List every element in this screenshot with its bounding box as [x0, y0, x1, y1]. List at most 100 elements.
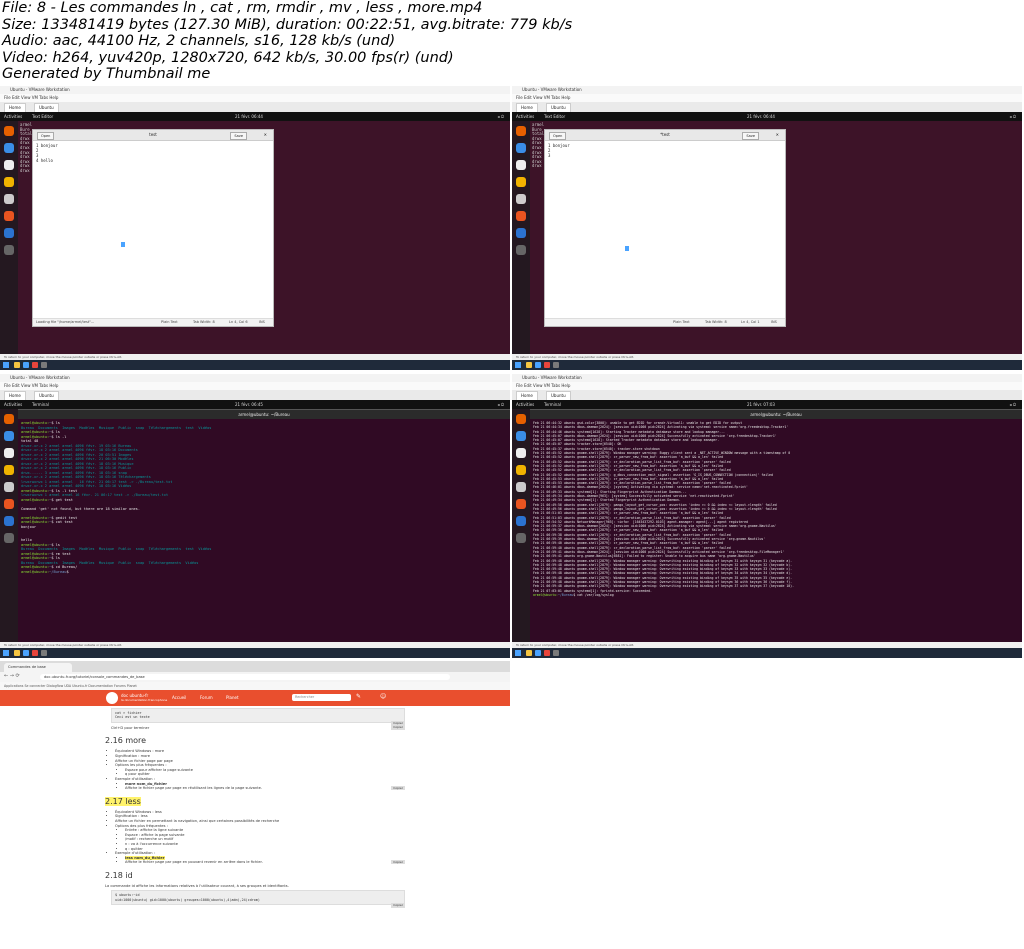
- software-icon[interactable]: [516, 499, 526, 509]
- copy-button[interactable]: Copier: [391, 785, 405, 791]
- firefox-icon[interactable]: [516, 126, 526, 136]
- help-icon[interactable]: [516, 516, 526, 526]
- firefox-icon[interactable]: [516, 414, 526, 424]
- firefox-icon[interactable]: [4, 414, 14, 424]
- files-icon[interactable]: [516, 448, 526, 458]
- edge-icon[interactable]: [23, 362, 29, 368]
- writer-icon[interactable]: [516, 482, 526, 492]
- files-icon[interactable]: [516, 160, 526, 170]
- editor-body[interactable]: 1 bonjour 2 3: [545, 141, 785, 319]
- tab-width-select[interactable]: Tab Width: 8: [705, 319, 727, 326]
- ubuntu-logo-icon[interactable]: [106, 692, 118, 704]
- terminal-window[interactable]: armel@ubuntu: ~/Bureau Feb 21 06:44:32 u…: [530, 409, 1022, 642]
- firefox-icon[interactable]: [4, 126, 14, 136]
- explorer-icon[interactable]: [14, 650, 20, 656]
- activities-button[interactable]: Activities: [516, 112, 534, 121]
- vmware-icon[interactable]: [41, 362, 47, 368]
- system-menu-icon[interactable]: ◂ ⏻: [1010, 112, 1016, 121]
- clock[interactable]: 21 févr. 07:03: [747, 400, 775, 409]
- files-icon[interactable]: [4, 448, 14, 458]
- app-menu[interactable]: Terminal: [32, 400, 49, 409]
- close-icon[interactable]: ✕: [776, 130, 779, 140]
- tab-width-select[interactable]: Tab Width: 8: [193, 319, 215, 326]
- vmware-icon[interactable]: [553, 650, 559, 656]
- edge-icon[interactable]: [535, 650, 541, 656]
- browser-tab[interactable]: Commandes de base: [4, 663, 72, 672]
- tools-icon[interactable]: ✎: [356, 693, 361, 700]
- edge-icon[interactable]: [535, 362, 541, 368]
- explorer-icon[interactable]: [14, 362, 20, 368]
- nav-accueil[interactable]: Accueil: [172, 695, 186, 700]
- apps-grid-icon[interactable]: [4, 245, 14, 255]
- apps-grid-icon[interactable]: [516, 533, 526, 543]
- cursor-position[interactable]: Ln 4, Col 1: [741, 319, 760, 326]
- rhythmbox-icon[interactable]: [4, 465, 14, 475]
- clock[interactable]: 21 févr. 06:44: [747, 112, 775, 121]
- help-icon[interactable]: [4, 516, 14, 526]
- edge-icon[interactable]: [23, 650, 29, 656]
- software-icon[interactable]: [516, 211, 526, 221]
- help-icon[interactable]: [4, 228, 14, 238]
- files-icon[interactable]: [4, 160, 14, 170]
- terminal-output[interactable]: Feb 21 06:44:32 ubuntu gsd-color[3808]: …: [533, 421, 1019, 640]
- writer-icon[interactable]: [516, 194, 526, 204]
- vm-menu[interactable]: File Edit View VM Tabs Help: [512, 382, 1022, 390]
- thunderbird-icon[interactable]: [516, 431, 526, 441]
- nav-forum[interactable]: Forum: [200, 695, 213, 700]
- vm-menu[interactable]: File Edit View VM Tabs Help: [0, 382, 510, 390]
- activities-button[interactable]: Activities: [516, 400, 534, 409]
- writer-icon[interactable]: [4, 482, 14, 492]
- app-menu[interactable]: Text Editor: [544, 112, 565, 121]
- rhythmbox-icon[interactable]: [516, 177, 526, 187]
- explorer-icon[interactable]: [526, 650, 532, 656]
- apps-grid-icon[interactable]: [4, 533, 14, 543]
- system-menu-icon[interactable]: ◂ ⏻: [498, 400, 504, 409]
- explorer-icon[interactable]: [526, 362, 532, 368]
- language-select[interactable]: Plain Text: [673, 319, 690, 326]
- thunderbird-icon[interactable]: [516, 143, 526, 153]
- nav-planet[interactable]: Planet: [226, 695, 239, 700]
- software-icon[interactable]: [4, 211, 14, 221]
- vm-menu[interactable]: File Edit View VM Tabs Help: [512, 94, 1022, 102]
- help-icon[interactable]: [516, 228, 526, 238]
- save-button[interactable]: Save: [742, 132, 759, 140]
- nav-arrows-icon[interactable]: ← → ⟳: [4, 673, 20, 679]
- cursor-position[interactable]: Ln 4, Col 6: [229, 319, 248, 326]
- search-input[interactable]: Rechercher: [292, 694, 351, 701]
- vmware-icon[interactable]: [41, 650, 47, 656]
- system-menu-icon[interactable]: ◂ ⏻: [498, 112, 504, 121]
- site-title[interactable]: doc ubuntu-fr la documentation francopho…: [121, 693, 167, 703]
- chrome-icon[interactable]: [544, 650, 550, 656]
- save-button[interactable]: Save: [230, 132, 247, 140]
- windows-start-icon[interactable]: [3, 650, 9, 656]
- clock[interactable]: 21 févr. 06:45: [235, 400, 263, 409]
- clock[interactable]: 21 févr. 06:44: [235, 112, 263, 121]
- terminal-window[interactable]: armel@ubuntu: ~/Bureau armel@ubuntu:~$ l…: [18, 409, 510, 642]
- copy-button[interactable]: Copier: [391, 903, 405, 908]
- system-menu-icon[interactable]: ◂ ⏻: [1010, 400, 1016, 409]
- copy-button[interactable]: Copier: [391, 859, 405, 865]
- rhythmbox-icon[interactable]: [516, 465, 526, 475]
- thunderbird-icon[interactable]: [4, 431, 14, 441]
- copy-button[interactable]: Copier: [391, 725, 405, 730]
- user-icon[interactable]: ☺: [380, 693, 386, 700]
- app-menu[interactable]: Text Editor: [32, 112, 53, 121]
- writer-icon[interactable]: [4, 194, 14, 204]
- chrome-icon[interactable]: [32, 362, 38, 368]
- rhythmbox-icon[interactable]: [4, 177, 14, 187]
- apps-grid-icon[interactable]: [516, 245, 526, 255]
- thunderbird-icon[interactable]: [4, 143, 14, 153]
- windows-start-icon[interactable]: [515, 362, 521, 368]
- chrome-icon[interactable]: [32, 650, 38, 656]
- chrome-icon[interactable]: [544, 362, 550, 368]
- close-icon[interactable]: ✕: [264, 130, 267, 140]
- software-icon[interactable]: [4, 499, 14, 509]
- activities-button[interactable]: Activities: [4, 112, 22, 121]
- language-select[interactable]: Plain Text: [161, 319, 178, 326]
- windows-start-icon[interactable]: [3, 362, 9, 368]
- app-menu[interactable]: Terminal: [544, 400, 561, 409]
- windows-start-icon[interactable]: [515, 650, 521, 656]
- terminal-output[interactable]: armel@ubuntu:~$ ls Bureau Documents Image…: [21, 421, 507, 640]
- editor-body[interactable]: 1 bonjour 2 3 4 hello: [33, 141, 273, 319]
- vmware-icon[interactable]: [553, 362, 559, 368]
